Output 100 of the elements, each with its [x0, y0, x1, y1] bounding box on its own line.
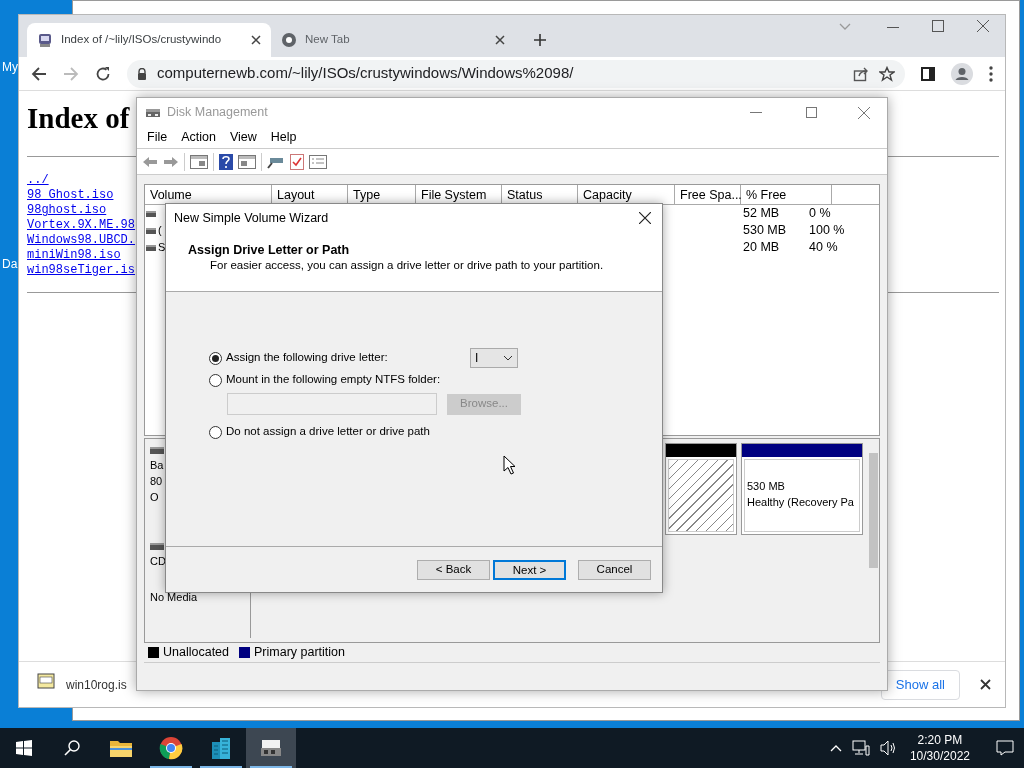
menu-item[interactable]: View	[222, 128, 264, 147]
action-pane-icon[interactable]	[238, 154, 256, 169]
share-icon[interactable]	[853, 65, 869, 82]
radio-button[interactable]	[209, 351, 222, 365]
close-icon[interactable]	[495, 35, 505, 45]
search-icon[interactable]	[64, 740, 80, 756]
column-header[interactable]: Free Spa...	[675, 185, 741, 204]
browser-tab[interactable]: New Tab	[271, 23, 515, 57]
scrollbar[interactable]	[867, 439, 879, 642]
console-tree-icon[interactable]	[190, 154, 208, 169]
disk-status: No Media	[150, 590, 199, 605]
option-label[interactable]: Do not assign a drive letter or drive path	[226, 423, 470, 441]
table-cell-text: 530 MB	[742, 222, 788, 240]
close-icon[interactable]	[980, 679, 991, 690]
column-header[interactable]: % Free	[741, 185, 832, 204]
menu-item[interactable]: Action	[174, 128, 223, 147]
properties-icon[interactable]	[309, 154, 327, 169]
partition-size: 530 MB	[747, 479, 786, 494]
file-link[interactable]: 98_Ghost.iso	[27, 188, 114, 203]
taskbar-button[interactable]	[246, 728, 296, 768]
checklist-icon[interactable]	[290, 153, 304, 170]
windows-start-icon[interactable]	[16, 740, 32, 756]
disk-label: 80	[150, 474, 164, 489]
show-all-button[interactable]: Show all	[880, 669, 960, 700]
wizard-button[interactable]: Next >	[493, 559, 566, 580]
help-icon[interactable]	[219, 153, 233, 170]
new-tab-icon[interactable]	[533, 33, 547, 47]
maximize-icon[interactable]	[932, 20, 944, 32]
close-icon[interactable]	[639, 212, 651, 224]
buildings-icon	[210, 736, 232, 760]
network-icon[interactable]	[851, 740, 870, 756]
menu-item[interactable]: Help	[263, 128, 304, 147]
file-link[interactable]: ../	[27, 173, 49, 188]
file-link[interactable]: 98ghost.iso	[27, 203, 107, 218]
tab-title: Index of /~lily/ISOs/crustywindo	[61, 32, 223, 48]
desktop-icon-label[interactable]: Da	[2, 255, 18, 273]
profile-icon[interactable]	[951, 62, 973, 85]
reload-icon[interactable]	[95, 65, 111, 82]
drive-letter-dropdown[interactable]: I	[470, 348, 518, 368]
table-cell-text: 52 MB	[742, 205, 781, 223]
mouse-cursor-icon	[503, 455, 516, 475]
table-cell-text: S	[158, 240, 166, 256]
radio-button[interactable]	[209, 425, 222, 439]
browser-tab[interactable]: Index of /~lily/ISOs/crustywindo	[27, 23, 271, 57]
back-icon[interactable]	[31, 65, 47, 82]
chevron-up-icon[interactable]	[829, 744, 842, 752]
page-heading: Index of	[27, 101, 130, 136]
forward-icon[interactable]	[163, 154, 179, 169]
lock-icon	[137, 67, 147, 80]
disk-label: Ba	[150, 458, 165, 473]
star-icon[interactable]	[879, 65, 895, 82]
dialog-title: New Simple Volume Wizard	[174, 209, 330, 227]
side-panel-icon[interactable]	[921, 66, 935, 81]
chrome-icon	[159, 736, 183, 760]
file-link[interactable]: miniWin98.iso	[27, 248, 121, 263]
table-cell-text: 40 %	[808, 239, 839, 257]
notification-icon[interactable]	[996, 740, 1014, 756]
volume-icon[interactable]	[879, 740, 898, 756]
minimize-icon[interactable]	[750, 111, 762, 114]
download-file-name[interactable]: win10rog.is	[66, 675, 127, 694]
scrollbar-thumb[interactable]	[868, 453, 878, 568]
file-link[interactable]: Vortex.9X.ME.98	[27, 218, 136, 233]
close-icon[interactable]	[251, 35, 261, 45]
radio-button[interactable]	[209, 373, 222, 387]
wizard-heading: Assign Drive Letter or Path	[188, 242, 351, 258]
wizard-subheading: For easier access, you can assign a drive letter or drive path to your partition.	[209, 258, 605, 272]
unallocated-partition[interactable]	[665, 443, 737, 535]
clock-time: 2:20 PM	[917, 732, 963, 748]
table-cell-text: 100 %	[808, 222, 846, 240]
legend-label: Primary partition	[254, 644, 345, 662]
table-cell-text: (	[158, 223, 162, 239]
partition-status: Healthy (Recovery Pa	[747, 495, 855, 510]
url-text: computernewb.com/~lily/ISOs/crustywindows/Windows%2098/	[157, 63, 575, 84]
table-cell-text: 0 %	[808, 205, 832, 223]
clock-date: 10/30/2022	[909, 748, 970, 764]
option-label[interactable]: Mount in the following empty NTFS folder:	[226, 371, 470, 389]
option-label[interactable]: Assign the following drive letter:	[226, 349, 470, 367]
partition-box[interactable]: 530 MB Healthy (Recovery Pa	[741, 443, 863, 535]
desktop-icon-label[interactable]: My	[2, 58, 18, 76]
folder-icon	[109, 738, 133, 758]
file-link[interactable]: win98seTiger.is	[27, 263, 136, 278]
disk-label: CD	[150, 554, 167, 569]
address-bar[interactable]: computernewb.com/~lily/ISOs/crustywindows/Windows%2098/	[127, 59, 905, 88]
maximize-icon[interactable]	[806, 107, 817, 118]
minimize-icon[interactable]	[887, 27, 899, 29]
table-cell-text: 20 MB	[742, 239, 781, 257]
caret-icon	[503, 355, 513, 361]
tab-title: New Tab	[305, 32, 351, 48]
wizard-button[interactable]: < Back	[417, 559, 490, 580]
legend-label: Unallocated	[163, 644, 229, 662]
partition-header-bar	[666, 444, 736, 457]
clock[interactable]: 2:20 PM 10/30/2022	[907, 732, 972, 764]
menu-item[interactable]: File	[140, 128, 175, 147]
computer-icon	[37, 32, 53, 48]
menu-icon[interactable]	[989, 65, 993, 82]
wizard-button[interactable]: Cancel	[578, 559, 651, 580]
file-link[interactable]: Windows98.UBCD.	[27, 233, 136, 248]
file-icon	[37, 672, 55, 689]
window-title: Disk Management	[167, 104, 269, 122]
drive-icon	[259, 738, 283, 758]
